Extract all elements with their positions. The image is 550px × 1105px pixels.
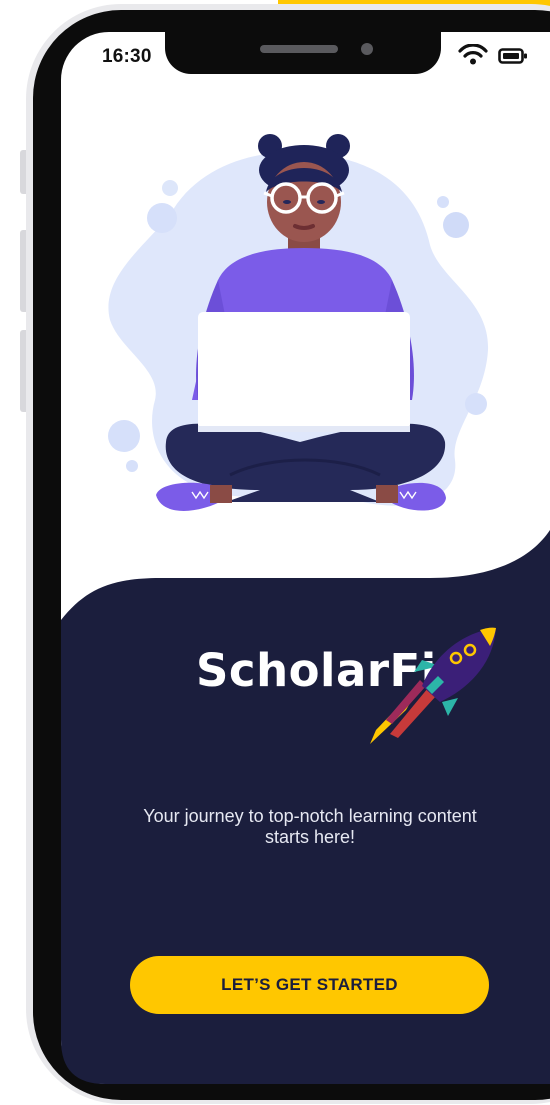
- battery-icon: [498, 48, 527, 64]
- bottom-panel: [61, 530, 550, 1084]
- tagline: Your journey to top-notch learning conte…: [143, 806, 477, 847]
- front-camera: [361, 43, 373, 55]
- rocket-icon: [370, 627, 496, 744]
- status-time: 16:30: [102, 46, 152, 67]
- app-stage: 16:30 ScholarFi Your journey to top-notc…: [0, 0, 550, 1105]
- wifi-icon: [458, 44, 488, 65]
- get-started-button[interactable]: LET’S GET STARTED: [130, 956, 489, 1014]
- speaker: [260, 45, 338, 53]
